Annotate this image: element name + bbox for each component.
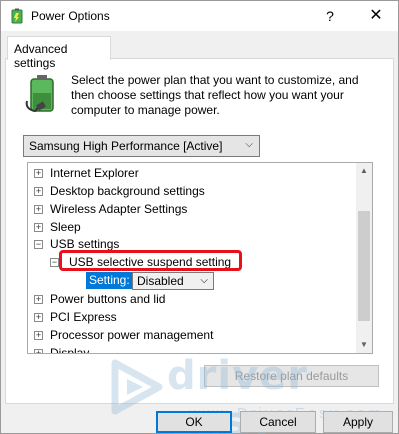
collapse-icon[interactable]: − [34,240,43,249]
setting-row: Setting: Disabled ⌵ [28,272,328,290]
vertical-scrollbar[interactable]: ▲ ▼ [356,163,372,353]
apply-button[interactable]: Apply [323,411,393,433]
setting-value: Disabled [137,274,184,288]
scroll-down-icon[interactable]: ▼ [356,337,372,353]
expand-icon[interactable]: + [34,205,43,214]
expand-icon[interactable]: + [34,295,43,304]
help-button[interactable]: ? [319,5,341,27]
expand-icon[interactable]: + [34,169,43,178]
setting-label: Setting: [86,272,133,289]
collapse-icon[interactable]: − [50,258,59,267]
tree-item-label: Display [50,346,90,354]
tab-advanced-settings[interactable]: Advanced settings [7,36,111,70]
tree-item-wireless-adapter[interactable]: + Wireless Adapter Settings [28,200,328,218]
chevron-down-icon: ⌵ [200,275,208,286]
annotation-highlight-box [59,250,242,271]
power-options-window: Power Options ? ✕ Advanced settings Sele… [0,0,399,434]
tree-item-desktop-background[interactable]: + Desktop background settings [28,182,328,200]
tree-item-label: Power buttons and lid [50,292,166,306]
window-title: Power Options [31,9,110,23]
tree-item-display[interactable]: + Display [28,344,328,354]
tree-item-sleep[interactable]: + Sleep [28,218,328,236]
power-options-icon [11,8,23,24]
expand-icon[interactable]: + [34,331,43,340]
tree-item-label: Processor power management [50,328,214,342]
instructions-text: Select the power plan that you want to c… [71,73,359,117]
cancel-button[interactable]: Cancel [240,411,316,433]
chevron-down-icon: ⌵ [245,139,253,150]
tree-item-power-buttons[interactable]: + Power buttons and lid [28,290,328,308]
expand-icon[interactable]: + [34,349,43,353]
scrollbar-thumb[interactable] [358,211,370,321]
restore-plan-defaults-button[interactable]: Restore plan defaults [204,365,379,387]
expand-icon[interactable]: + [34,313,43,322]
power-plan-dropdown[interactable]: Samsung High Performance [Active] ⌵ [23,135,260,157]
close-button[interactable]: ✕ [357,3,395,29]
title-bar[interactable]: Power Options ? ✕ [1,1,398,31]
tree-item-processor-power[interactable]: + Processor power management [28,326,328,344]
tree-item-label: Internet Explorer [50,166,139,180]
ok-button[interactable]: OK [156,411,232,433]
tree-item-label: Desktop background settings [50,184,205,198]
expand-icon[interactable]: + [34,187,43,196]
tree-item-pci-express[interactable]: + PCI Express [28,308,328,326]
scroll-up-icon[interactable]: ▲ [356,163,372,179]
expand-icon[interactable]: + [34,223,43,232]
tree-item-label: Wireless Adapter Settings [50,202,188,216]
tree-item-label: PCI Express [50,310,117,324]
tree-item-label: Sleep [50,220,81,234]
setting-value-dropdown[interactable]: Disabled ⌵ [132,272,214,290]
power-plan-value: Samsung High Performance [Active] [29,139,223,153]
tree-item-internet-explorer[interactable]: + Internet Explorer [28,164,328,182]
battery-plug-icon [25,75,54,113]
